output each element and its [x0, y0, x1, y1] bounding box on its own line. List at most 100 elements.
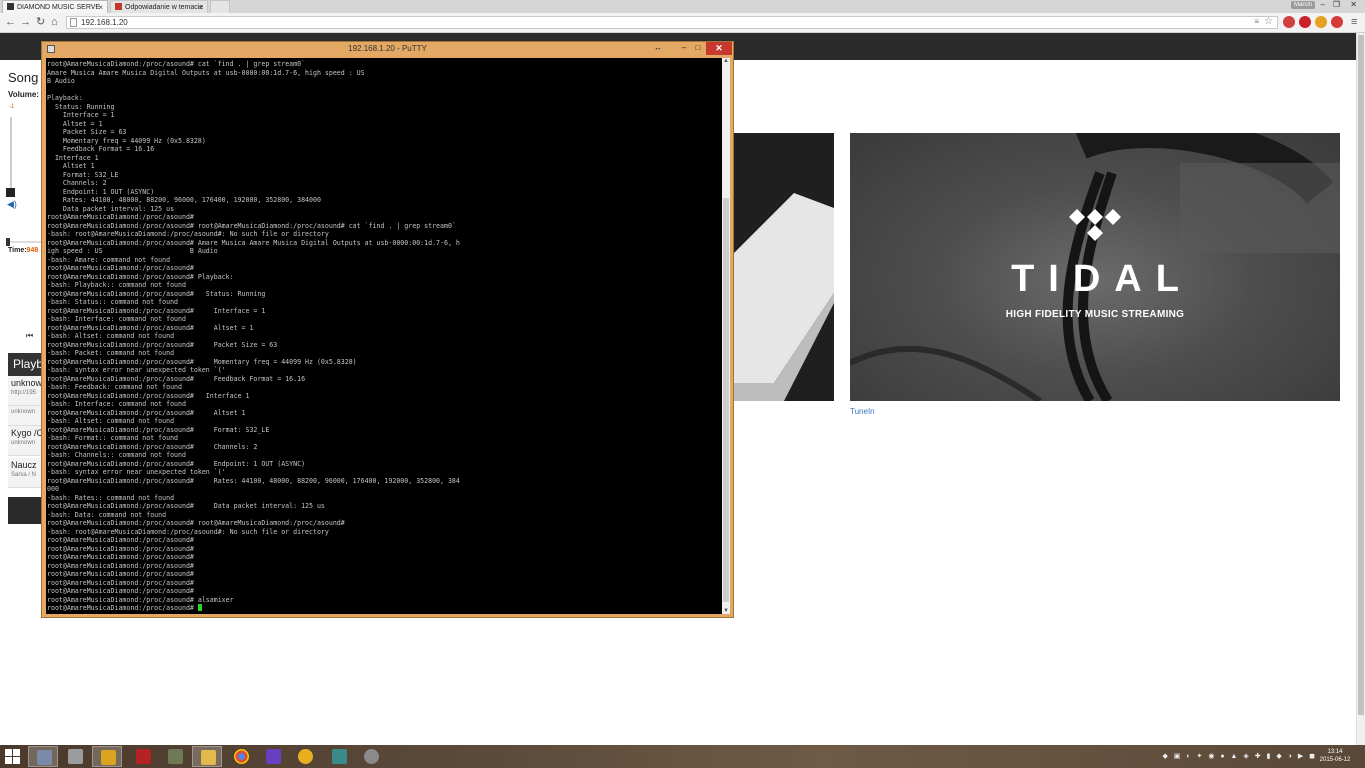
minimize-icon[interactable]: – [1321, 0, 1325, 10]
close-icon[interactable]: ✕ [1350, 0, 1357, 10]
bookmark-star-icon[interactable]: ☆ [1264, 16, 1273, 27]
taskbar-app[interactable] [290, 746, 320, 767]
maximize-icon[interactable]: □ [692, 42, 704, 55]
taskbar-app[interactable] [258, 746, 288, 767]
terminal-line: Feedback Format = 16.16 [47, 145, 155, 153]
menu-icon[interactable]: ≡ [1351, 16, 1357, 28]
terminal-line: 000 [47, 485, 59, 493]
terminal-line: root@AmareMusicaDiamond:/proc/asound# Da… [47, 502, 325, 510]
terminal-line: -bash: syntax error near unexpected toke… [47, 366, 226, 374]
adblock-extension-icon[interactable] [1331, 16, 1343, 28]
taskbar-app[interactable] [160, 746, 190, 767]
terminal-line: -bash: Data: command not found [47, 510, 167, 519]
terminal-line: root@AmareMusicaDiamond:/proc/asound# Al… [47, 408, 246, 417]
pinterest-extension-icon[interactable] [1299, 16, 1311, 28]
playlist-header: Playback [8, 353, 44, 376]
list-item[interactable]: Kygo /C unknown [8, 426, 44, 456]
tab-label: DIAMOND MUSIC SERVE [17, 4, 101, 11]
terminal-line: -bash: Playback:: command not found [47, 281, 186, 289]
minimize-icon[interactable]: – [678, 42, 690, 55]
seek-slider-track[interactable] [8, 241, 42, 243]
page-icon [70, 18, 77, 27]
playlist-item-title: unknown [11, 378, 44, 388]
playlist-item-subtitle: Sarsa / N [11, 472, 37, 478]
windows-taskbar: ◆ ▣ ◐ ✦ ◉ ● ▲ ◈ ✚ ▮ ◆ ◑ ▶ ◼ 13:14 2015-0… [0, 745, 1365, 768]
list-item[interactable]: unknown http://195 [8, 376, 44, 406]
terminal-line: Packet Size = 63 [47, 128, 127, 136]
taskbar-app[interactable] [324, 746, 354, 767]
translate-icon[interactable]: ≡ [1254, 17, 1259, 26]
back-arrow-icon[interactable]: ← [5, 16, 16, 28]
start-windows-icon[interactable] [5, 749, 20, 764]
taskbar-chrome[interactable] [226, 746, 256, 767]
extension-icon[interactable] [1315, 16, 1327, 28]
list-item[interactable]: unknown [8, 406, 44, 426]
previous-track-icon[interactable]: ⏮ [26, 331, 33, 341]
tunein-link[interactable]: TuneIn [850, 407, 875, 416]
taskbar-explorer[interactable] [192, 746, 222, 767]
system-tray-icons[interactable]: ◆ ▣ ◐ ✦ ◉ ● ▲ ◈ ✚ ▮ ◆ ◑ ▶ ◼ [1162, 752, 1317, 760]
browser-tab-forum[interactable]: Odpowiadanie w temacie × [110, 0, 208, 13]
taskbar-app[interactable] [60, 746, 90, 767]
taskbar-app[interactable] [92, 746, 122, 767]
scroll-thumb[interactable] [723, 198, 729, 602]
time-value: 948 [26, 247, 39, 254]
scroll-down-icon[interactable]: ▼ [722, 608, 730, 614]
terminal-line: root@AmareMusicaDiamond:/proc/asound# Pl… [47, 272, 234, 281]
terminal-line: root@AmareMusicaDiamond:/proc/asound# ro… [47, 519, 345, 527]
terminal-line: root@AmareMusicaDiamond:/proc/asound# ro… [47, 221, 456, 230]
scroll-up-icon[interactable]: ▲ [722, 58, 730, 64]
reload-icon[interactable]: ↻ [36, 16, 45, 28]
close-icon[interactable]: ✕ [706, 42, 732, 55]
time-label: Time: [8, 247, 27, 254]
forum-favicon-icon [115, 3, 122, 10]
putty-window[interactable]: 192.168.1.20 - PuTTY ↔ – □ ✕ root@AmareM… [41, 41, 734, 618]
terminal-line: B Audio [47, 77, 75, 85]
terminal-line: -bash: root@AmareMusicaDiamond:/proc/aso… [47, 230, 329, 238]
terminal-scrollbar[interactable]: ▲ ▼ [722, 58, 730, 614]
volume-slider-track[interactable] [10, 117, 12, 195]
terminal-line: Channels: 2 [47, 179, 107, 187]
monitor-icon [332, 749, 347, 764]
maximize-icon[interactable]: ❐ [1333, 0, 1340, 10]
playlist-item-subtitle: http://195 [11, 390, 37, 396]
address-bar[interactable]: 192.168.1.20 ≡ ☆ [66, 16, 1278, 29]
browser-tab-diamond[interactable]: DIAMOND MUSIC SERVE × [2, 0, 108, 13]
taskbar-app[interactable] [128, 746, 158, 767]
speaker-icon[interactable]: ◀) [7, 199, 17, 210]
smiley-icon [298, 749, 313, 764]
terminal-line: root@AmareMusicaDiamond:/proc/asound# Am… [47, 238, 460, 247]
terminal-line: root@AmareMusicaDiamond:/proc/asound# Fo… [47, 425, 270, 434]
terminal-line: Data packet interval: 125 us [47, 204, 175, 213]
search-app-icon [266, 749, 281, 764]
taskbar-putty[interactable] [28, 746, 58, 767]
gmail-extension-icon[interactable] [1283, 16, 1295, 28]
resize-arrows-icon[interactable]: ↔ [652, 42, 664, 55]
putty-title-bar[interactable]: 192.168.1.20 - PuTTY ↔ – □ ✕ [42, 42, 733, 57]
terminal-output[interactable]: root@AmareMusicaDiamond:/proc/asound# ca… [46, 58, 722, 614]
volume-slider-handle[interactable] [6, 188, 15, 197]
seek-slider-handle[interactable] [6, 238, 10, 246]
list-item[interactable]: Naucz Sarsa / N [8, 458, 44, 488]
terminal-line: Rates: 44100, 48000, 88200, 96000, 17640… [47, 196, 321, 204]
terminal-line: root@AmareMusicaDiamond:/proc/asound# [47, 561, 194, 570]
action-button[interactable] [8, 497, 44, 524]
terminal-line: root@AmareMusicaDiamond:/proc/asound# [47, 570, 194, 578]
taskbar-app[interactable] [356, 746, 386, 767]
terminal-line: root@AmareMusicaDiamond:/proc/asound# [47, 553, 194, 561]
terminal-line: root@AmareMusicaDiamond:/proc/asound# Pa… [47, 340, 278, 349]
home-icon[interactable]: ⌂ [51, 16, 58, 28]
song-title: Song [8, 70, 39, 85]
new-tab-button[interactable] [210, 0, 230, 13]
terminal-line: root@AmareMusicaDiamond:/proc/asound# [47, 578, 194, 587]
forward-arrow-icon[interactable]: → [20, 16, 31, 28]
page-scrollbar[interactable] [1356, 33, 1365, 745]
close-tab-icon[interactable]: × [98, 1, 103, 13]
playlist-item-subtitle: unknown [11, 409, 36, 415]
terminal-line: Altset 1 [47, 162, 95, 170]
user-profile-badge[interactable]: Marcin [1291, 1, 1315, 9]
close-tab-icon[interactable]: × [198, 1, 203, 13]
system-clock[interactable]: 13:14 2015-06-12 [1315, 748, 1355, 764]
service-card-image[interactable] [734, 133, 834, 401]
terminal-line: root@AmareMusicaDiamond:/proc/asound# Al… [47, 323, 254, 332]
